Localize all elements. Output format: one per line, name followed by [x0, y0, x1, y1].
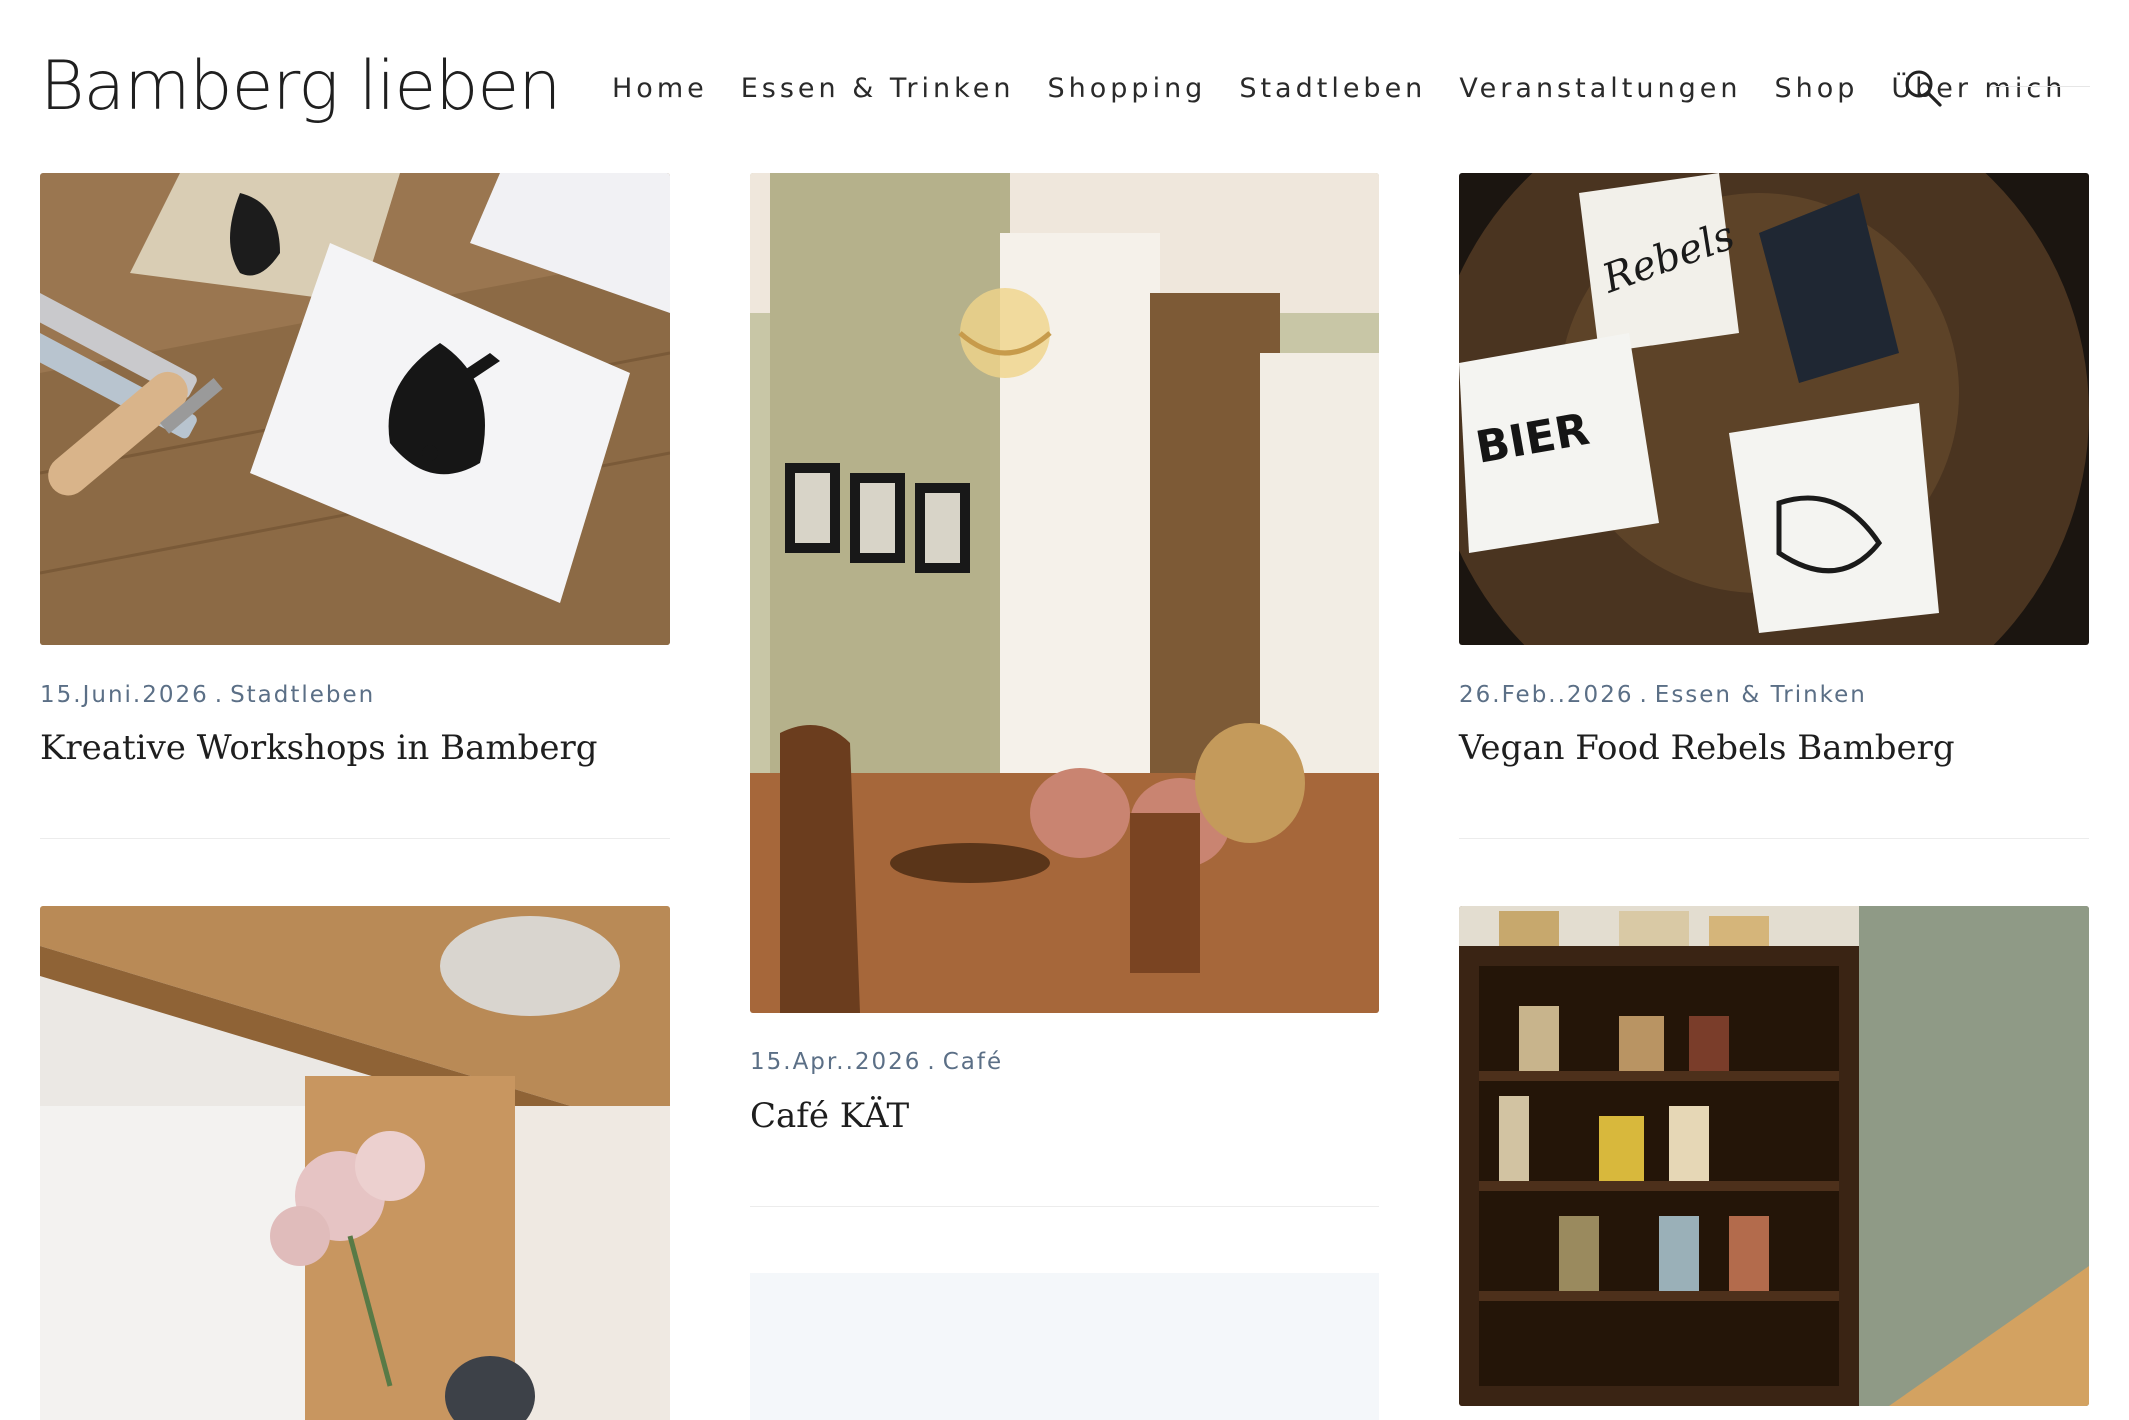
nav-veranstaltungen[interactable]: Veranstaltungen: [1459, 73, 1741, 104]
post-divider: [40, 838, 670, 839]
post-date: 15.Juni.2026: [40, 682, 209, 708]
nav-stadtleben[interactable]: Stadtleben: [1239, 73, 1426, 104]
post-title[interactable]: Kreative Workshops in Bamberg: [40, 728, 598, 768]
header-divider: [1990, 86, 2090, 87]
post-meta: 15.Apr..2026. Café: [750, 1049, 1004, 1075]
nav-essen-trinken[interactable]: Essen & Trinken: [741, 73, 1015, 104]
nav-shop[interactable]: Shop: [1774, 73, 1858, 104]
post-meta: 26.Feb..2026. Essen & Trinken: [1459, 682, 1867, 708]
post-divider: [1459, 838, 2089, 839]
shelf-with-flowers-image[interactable]: [40, 906, 670, 1420]
post-category[interactable]: Café: [943, 1049, 1003, 1075]
post-date: 26.Feb..2026: [1459, 682, 1634, 708]
nav-home[interactable]: Home: [612, 73, 708, 104]
post-meta: 15.Juni.2026. Stadtleben: [40, 682, 376, 708]
nav-shopping[interactable]: Shopping: [1048, 73, 1207, 104]
site-logo[interactable]: Bamberg lieben: [40, 42, 561, 132]
search-icon[interactable]: [1903, 68, 1943, 108]
bookshop-shelves-image[interactable]: [1459, 906, 2089, 1406]
post-date: 15.Apr..2026: [750, 1049, 922, 1075]
image-placeholder: [750, 1273, 1379, 1420]
post-title[interactable]: Vegan Food Rebels Bamberg: [1459, 728, 1955, 768]
post-category[interactable]: Stadtleben: [230, 682, 375, 708]
post-divider: [750, 1206, 1379, 1207]
linocut-prints-image[interactable]: [40, 173, 670, 645]
post-title[interactable]: Café KÄT: [750, 1096, 909, 1136]
post-category[interactable]: Essen & Trinken: [1655, 682, 1867, 708]
stickers-on-table-image[interactable]: BIER Rebels: [1459, 173, 2089, 645]
main-navigation: Home Essen & Trinken Shopping Stadtleben…: [612, 64, 2099, 112]
cafe-interior-image[interactable]: [750, 173, 1379, 1013]
